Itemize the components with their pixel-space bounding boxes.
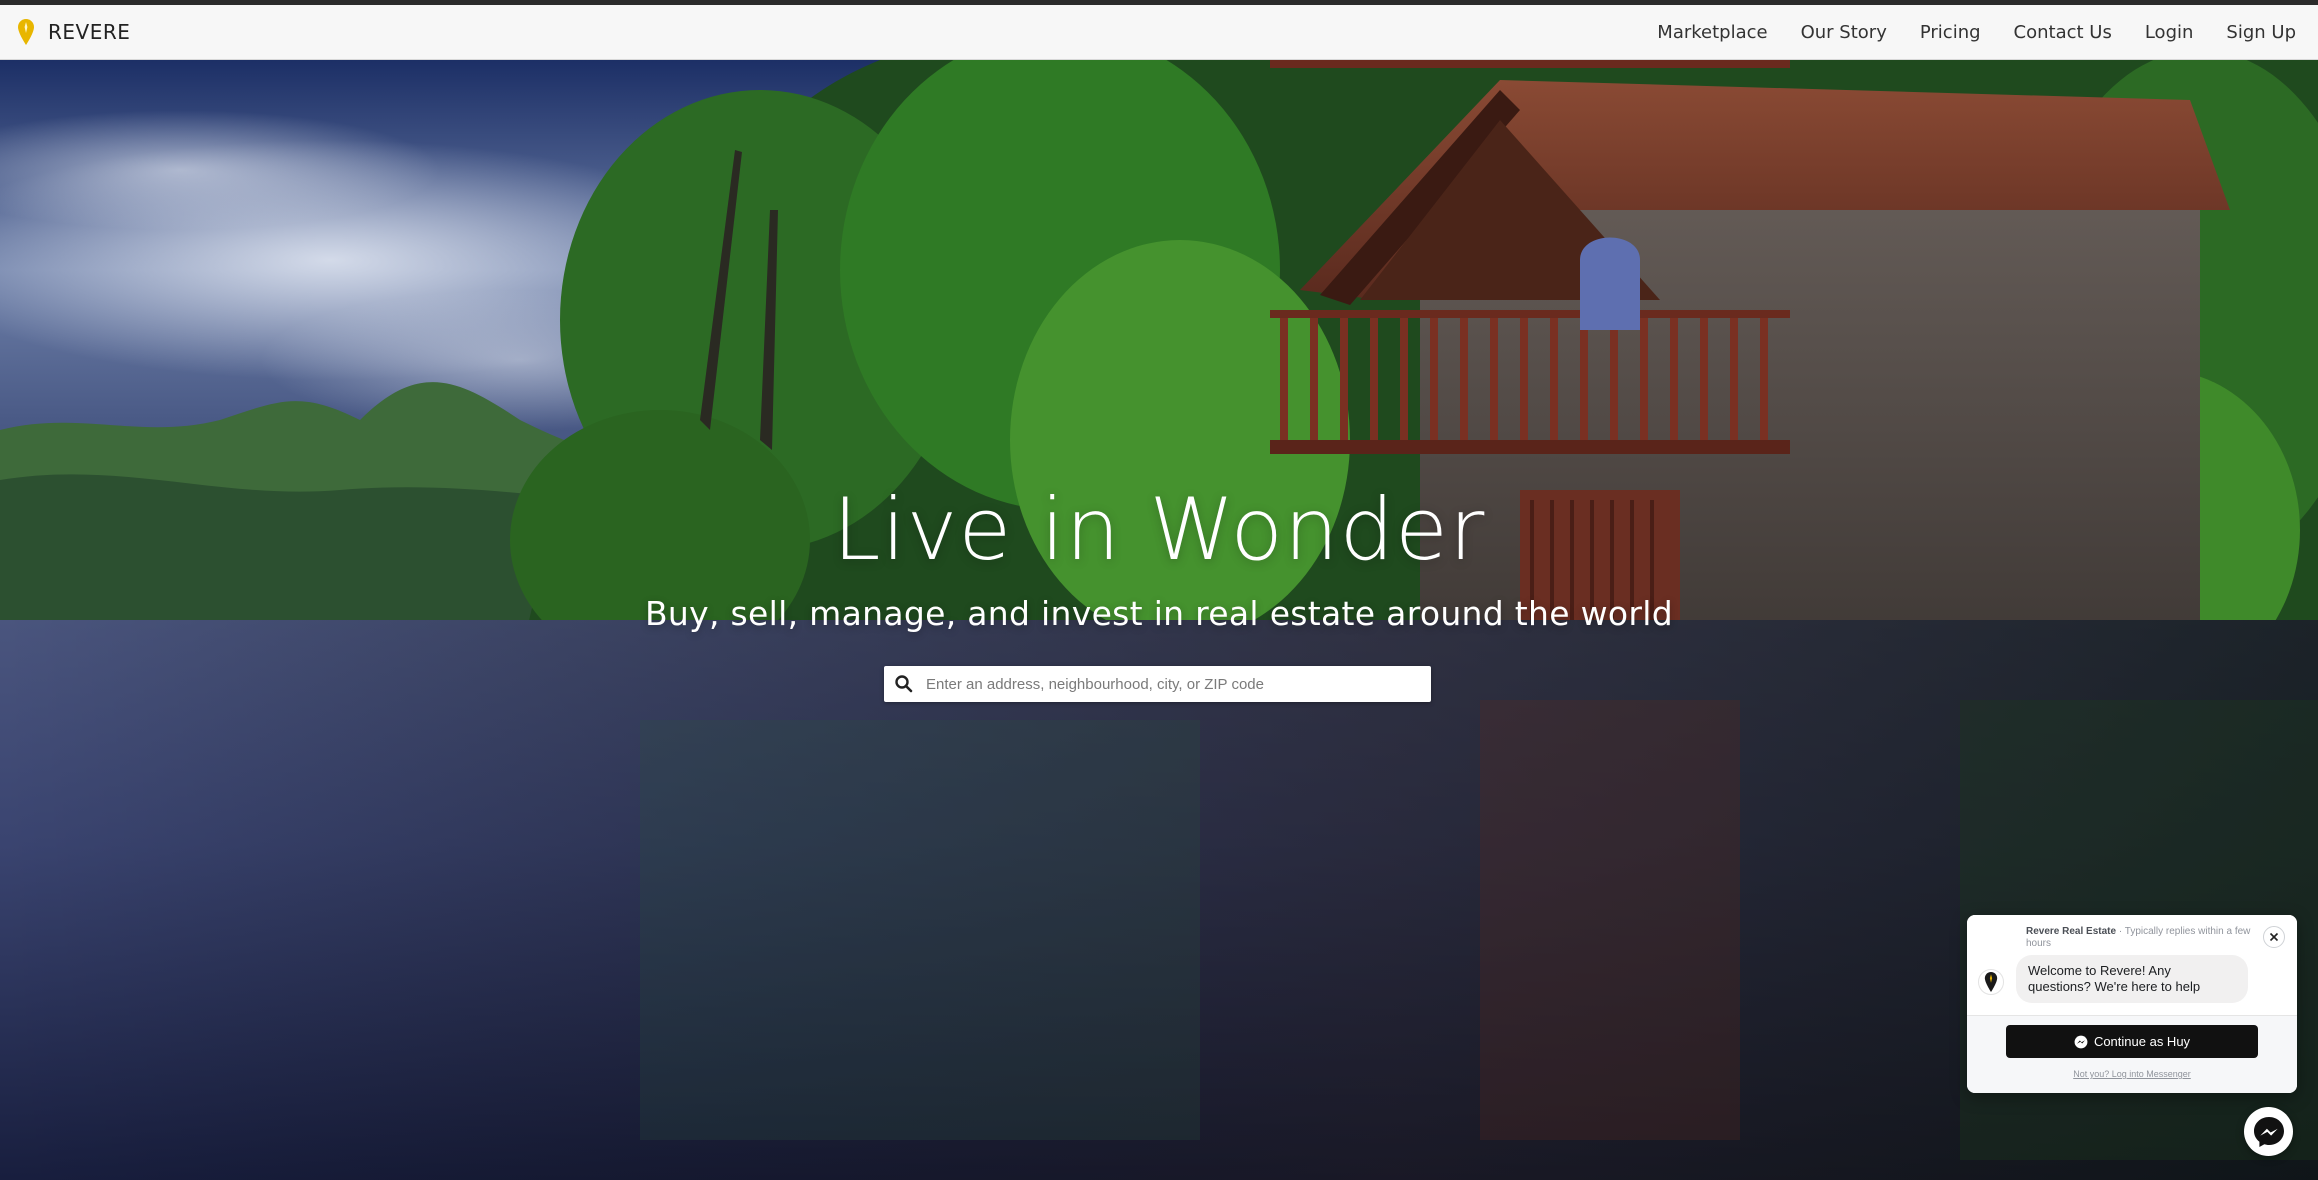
chat-message-bubble: Welcome to Revere! Any questions? We're … [2016, 955, 2248, 1003]
hero-subtitle: Buy, sell, manage, and invest in real es… [644, 594, 1674, 633]
brand-name: REVERE [48, 20, 131, 44]
chat-top: Revere Real Estate · Typically replies w… [1967, 915, 2297, 1015]
chat-close-button[interactable] [2263, 926, 2285, 948]
location-pin-icon [1984, 972, 1998, 992]
chat-footer: Continue as Huy Not you? Log into Messen… [1967, 1015, 2297, 1093]
messenger-chat-button[interactable] [2244, 1107, 2293, 1156]
hero-title: Live in Wonder [832, 480, 1486, 580]
nav-link-marketplace[interactable]: Marketplace [1657, 22, 1767, 43]
continue-as-label: Continue as Huy [2093, 1034, 2191, 1049]
location-pin-icon [18, 19, 34, 45]
nav-link-contact-us[interactable]: Contact Us [2014, 22, 2112, 43]
messenger-icon [2074, 1035, 2088, 1048]
nav-link-login[interactable]: Login [2145, 22, 2194, 43]
search-input[interactable] [924, 666, 1421, 702]
page: REVERE Marketplace Our Story Pricing Con… [0, 0, 2318, 1180]
not-you-link[interactable]: Not you? Log into Messenger [1967, 1069, 2297, 1079]
close-icon [2269, 932, 2279, 942]
chat-sender: Revere Real Estate [2026, 926, 2117, 937]
chat-widget: Revere Real Estate · Typically replies w… [1967, 915, 2297, 1093]
search-box [884, 666, 1431, 702]
messenger-icon [2253, 1116, 2284, 1147]
navbar: REVERE Marketplace Our Story Pricing Con… [0, 5, 2318, 60]
brand-logo-link[interactable]: REVERE [18, 19, 130, 45]
nav-link-our-story[interactable]: Our Story [1801, 22, 1887, 43]
nav-link-sign-up[interactable]: Sign Up [2226, 22, 2296, 43]
nav-links: Marketplace Our Story Pricing Contact Us… [1657, 22, 2296, 43]
search-icon [895, 675, 913, 693]
chat-header: Revere Real Estate · Typically replies w… [2026, 926, 2256, 950]
chat-avatar [1978, 969, 2004, 995]
continue-as-button[interactable]: Continue as Huy [2006, 1025, 2258, 1058]
nav-link-pricing[interactable]: Pricing [1920, 22, 1981, 43]
